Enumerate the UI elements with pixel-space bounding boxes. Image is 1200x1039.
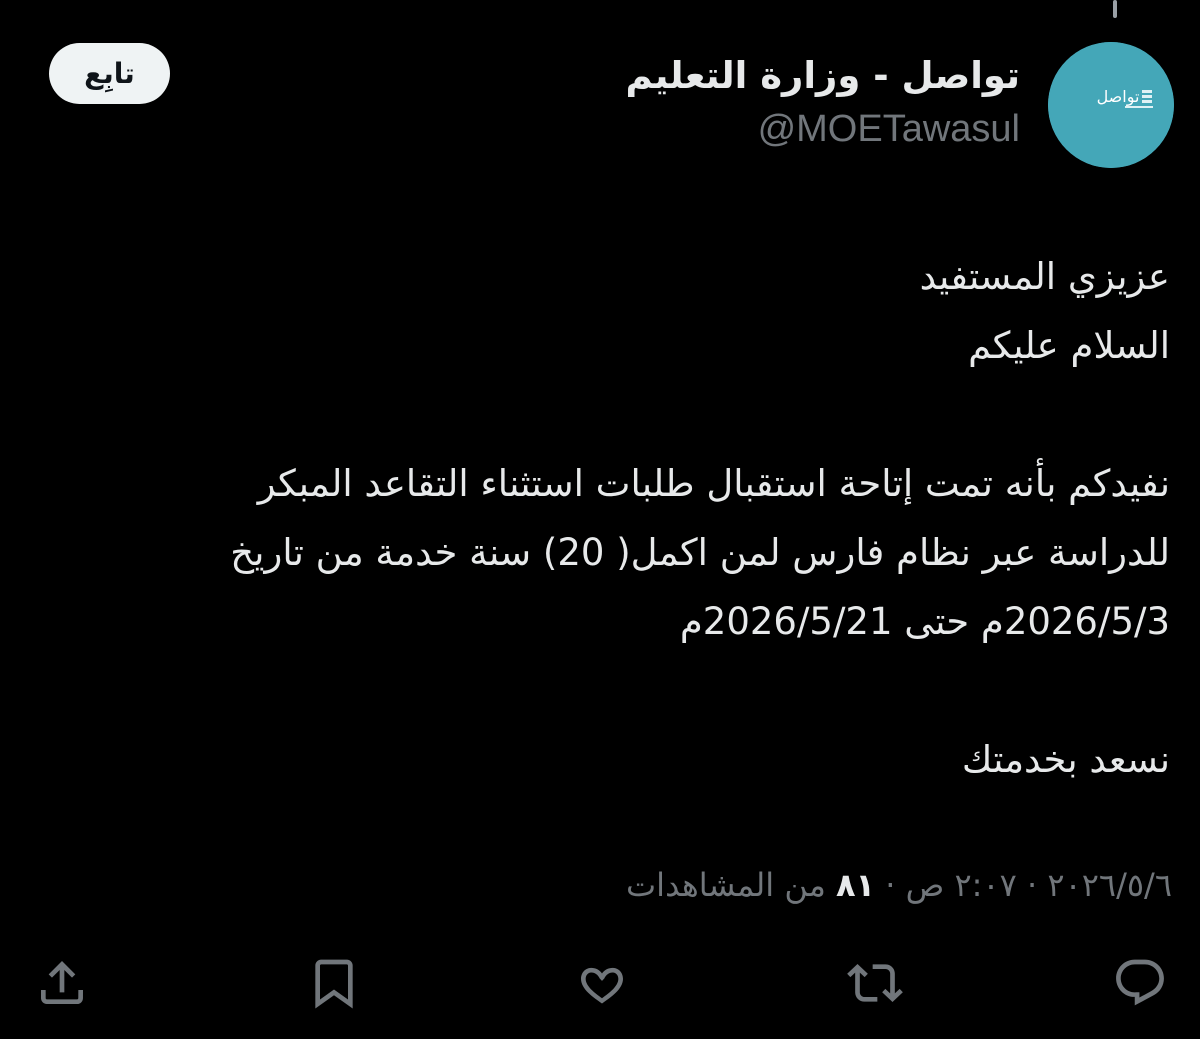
tweet-text: عزيزي المستفيد السلام عليكم نفيدكم بأنه …: [20, 242, 1170, 794]
user-handle[interactable]: @MOETawasul: [626, 104, 1020, 154]
avatar[interactable]: تواصل: [1048, 42, 1174, 168]
bookmark-button[interactable]: [304, 953, 364, 1013]
share-icon: [41, 961, 83, 1004]
tweet-header: تواصل تواصل - وزارة التعليم @MOETawasul …: [0, 0, 1200, 190]
tweet-date[interactable]: ٢٠٢٦/٥/٦: [1047, 866, 1172, 904]
tweet-line: 2026/5/3م حتى 2026/5/21م: [679, 600, 1170, 643]
reply-button[interactable]: [1110, 953, 1170, 1013]
tweet-line: نسعد بخدمتك: [961, 738, 1170, 781]
tweet-line: للدراسة عبر نظام فارس لمن اكمل( 20) سنة …: [230, 531, 1170, 574]
views-label[interactable]: من المشاهدات: [626, 866, 826, 904]
display-name[interactable]: تواصل - وزارة التعليم: [626, 50, 1020, 102]
like-button[interactable]: [572, 953, 632, 1013]
tweet-meta: ٢٠٢٦/٥/٦ · ٢:٠٧ ص · ٨١ من المشاهدات: [626, 860, 1172, 910]
retweet-icon: [847, 964, 903, 1002]
views-count[interactable]: ٨١: [836, 866, 875, 904]
avatar-text: تواصل: [1097, 87, 1140, 107]
bookmark-icon: [315, 959, 353, 1009]
follow-button[interactable]: تابِع: [49, 43, 170, 104]
tweet-line: نفيدكم بأنه تمت إتاحة استقبال طلبات استث…: [257, 462, 1170, 505]
tweet-line: السلام عليكم: [968, 324, 1170, 367]
meta-separator: ·: [1026, 866, 1038, 904]
reply-icon: [1116, 959, 1164, 1006]
user-info: تواصل - وزارة التعليم @MOETawasul: [626, 50, 1020, 154]
like-icon: [581, 967, 623, 1004]
action-bar: [0, 945, 1200, 1025]
meta-separator: ·: [885, 866, 896, 904]
tweet-line: عزيزي المستفيد: [919, 255, 1170, 298]
share-button[interactable]: [32, 953, 92, 1013]
tweet-time[interactable]: ٢:٠٧ ص: [906, 866, 1017, 904]
retweet-button[interactable]: [845, 953, 905, 1013]
